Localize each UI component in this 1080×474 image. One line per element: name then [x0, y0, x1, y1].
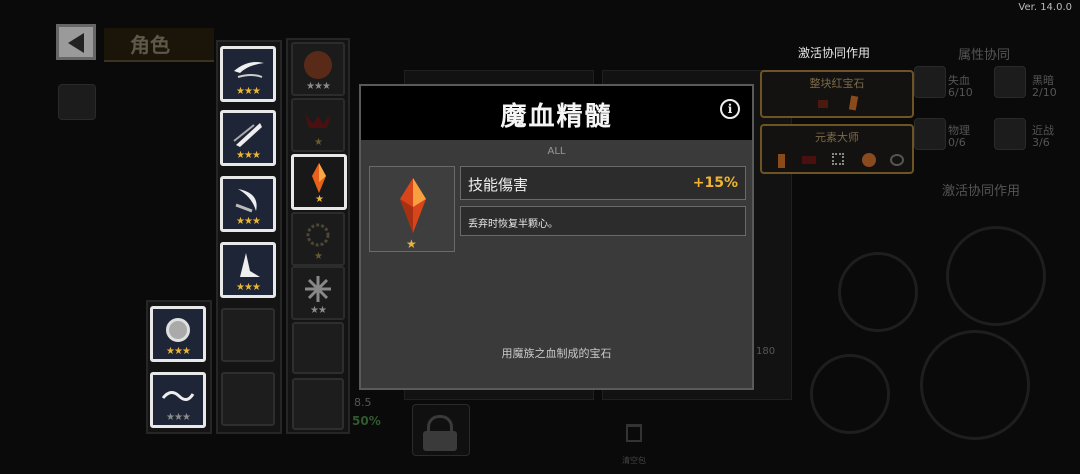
synergy-name: 整块红宝石: [809, 77, 865, 90]
gem-slot-2[interactable]: ★: [291, 98, 345, 152]
synergy-title: 激活协同作用: [798, 46, 871, 60]
attr-count: 3/6: [1032, 136, 1050, 149]
empty-weapon-slot[interactable]: [221, 372, 275, 426]
back-arrow-icon: [68, 33, 84, 53]
blood-attr-icon: [914, 66, 946, 98]
dark-attr-icon: [994, 66, 1026, 98]
weapon-slot-4[interactable]: ★★★: [220, 242, 276, 298]
attr-count: 0/6: [948, 136, 966, 149]
gem-stars: ★: [314, 251, 323, 262]
trash-label: 清空包: [622, 456, 646, 465]
gem-stars: ★: [314, 137, 323, 148]
dim-menu-icon: [58, 84, 96, 120]
description-row: 丢弃时恢复半颗心。: [460, 206, 746, 236]
trash-icon[interactable]: [626, 424, 642, 442]
weapon-stars: ★★★: [236, 216, 261, 227]
bg-stat-value: 8.5: [354, 396, 372, 409]
weapon-stars: ★★★: [236, 150, 261, 161]
small-wings-icon: [802, 156, 816, 164]
gem-stars: ★★: [310, 305, 327, 316]
synergy-card-element-master[interactable]: 元素大师: [760, 124, 914, 174]
crescent-blade-icon: [235, 189, 257, 213]
bg-percent: 50%: [352, 414, 381, 428]
gem-slot-1[interactable]: ★★★: [291, 42, 345, 96]
item-title: 魔血精髓: [500, 102, 613, 132]
weapon-slot-2[interactable]: ★★★: [220, 110, 276, 166]
item-description: 丢弃时恢复半颗心。: [468, 219, 558, 230]
small-crystal-icon: [848, 95, 859, 111]
bg-level: 180: [756, 346, 776, 357]
accessory-slot-1[interactable]: ★★★: [150, 306, 206, 362]
spike-burst-icon: [240, 253, 260, 277]
item-detail-modal: 魔血精髓 i ALL ★ 技能傷害 +15% 丢弃时恢复半颗心。 用魔族之血制成…: [359, 84, 754, 390]
empty-gem-slot[interactable]: [292, 322, 344, 374]
swirl-wind-icon: [161, 391, 195, 401]
modal-header: 魔血精髓 i: [361, 86, 752, 140]
weapon-slot-1[interactable]: ★★★: [220, 46, 276, 102]
small-swirl-icon: [890, 154, 904, 166]
small-orb-icon: [862, 153, 876, 167]
accessory-stars: ★★★: [166, 412, 191, 423]
back-button[interactable]: [56, 24, 96, 60]
lock-icon: [412, 404, 470, 456]
synergy-title-2: 激活协同作用: [942, 184, 1021, 199]
attribute-synergy-title: 属性协同: [958, 48, 1011, 63]
blade-slash-icon: [233, 123, 262, 147]
synergy-name: 元素大师: [815, 131, 859, 144]
gem-slot-5[interactable]: ★★: [291, 266, 345, 320]
item-icon-box: ★: [369, 166, 455, 252]
snowflake-icon: [305, 276, 331, 302]
skill-button-dim[interactable]: [946, 226, 1046, 326]
item-category: ALL: [547, 146, 566, 157]
weapon-slot-3[interactable]: ★★★: [220, 176, 276, 232]
accessory-slot-2[interactable]: ★★★: [150, 372, 206, 428]
gem-slot-4[interactable]: ★: [291, 212, 345, 266]
blood-crystal-icon: [400, 178, 426, 233]
weapon-stars: ★★★: [236, 86, 261, 97]
gem-slot-selected[interactable]: ★: [291, 154, 347, 210]
blood-crystal-icon: [312, 163, 326, 193]
info-icon[interactable]: i: [720, 99, 740, 119]
bead-necklace-icon: [306, 223, 330, 247]
physical-attr-icon: [914, 118, 946, 150]
weapon-stars: ★★★: [236, 282, 261, 293]
attr-count: 2/10: [1032, 86, 1057, 99]
stat-value: +15%: [692, 175, 738, 191]
version-label: Ver. 14.0.0: [1018, 2, 1072, 13]
attack-button-dim[interactable]: [920, 330, 1030, 440]
melee-attr-icon: [994, 118, 1026, 150]
wings-icon: [305, 114, 331, 128]
empty-gem-slot[interactable]: [292, 378, 344, 430]
stat-name: 技能傷害: [468, 176, 529, 194]
empty-weapon-slot[interactable]: [221, 308, 275, 362]
flavor-text: 用魔族之血制成的宝石: [501, 347, 612, 360]
dash-button-dim[interactable]: [838, 252, 918, 332]
small-crystal-icon: [778, 154, 785, 168]
small-wings-icon: [818, 100, 828, 108]
synergy-card-ruby[interactable]: 整块红宝石: [760, 70, 914, 118]
accessory-stars: ★★★: [166, 346, 191, 357]
tab-character[interactable]: 角色: [104, 28, 214, 62]
gem-stars: ★: [315, 194, 324, 205]
small-snowflake-icon: [832, 153, 844, 165]
orb-gem-icon: [304, 51, 332, 79]
jump-button-dim[interactable]: [810, 354, 890, 434]
item-star: ★: [406, 237, 417, 251]
stat-row: 技能傷害 +15%: [460, 166, 746, 200]
gem-stars: ★★★: [306, 81, 331, 92]
wind-slash-icon: [234, 62, 264, 78]
attr-count: 6/10: [948, 86, 973, 99]
rose-emblem-icon: [166, 318, 190, 342]
